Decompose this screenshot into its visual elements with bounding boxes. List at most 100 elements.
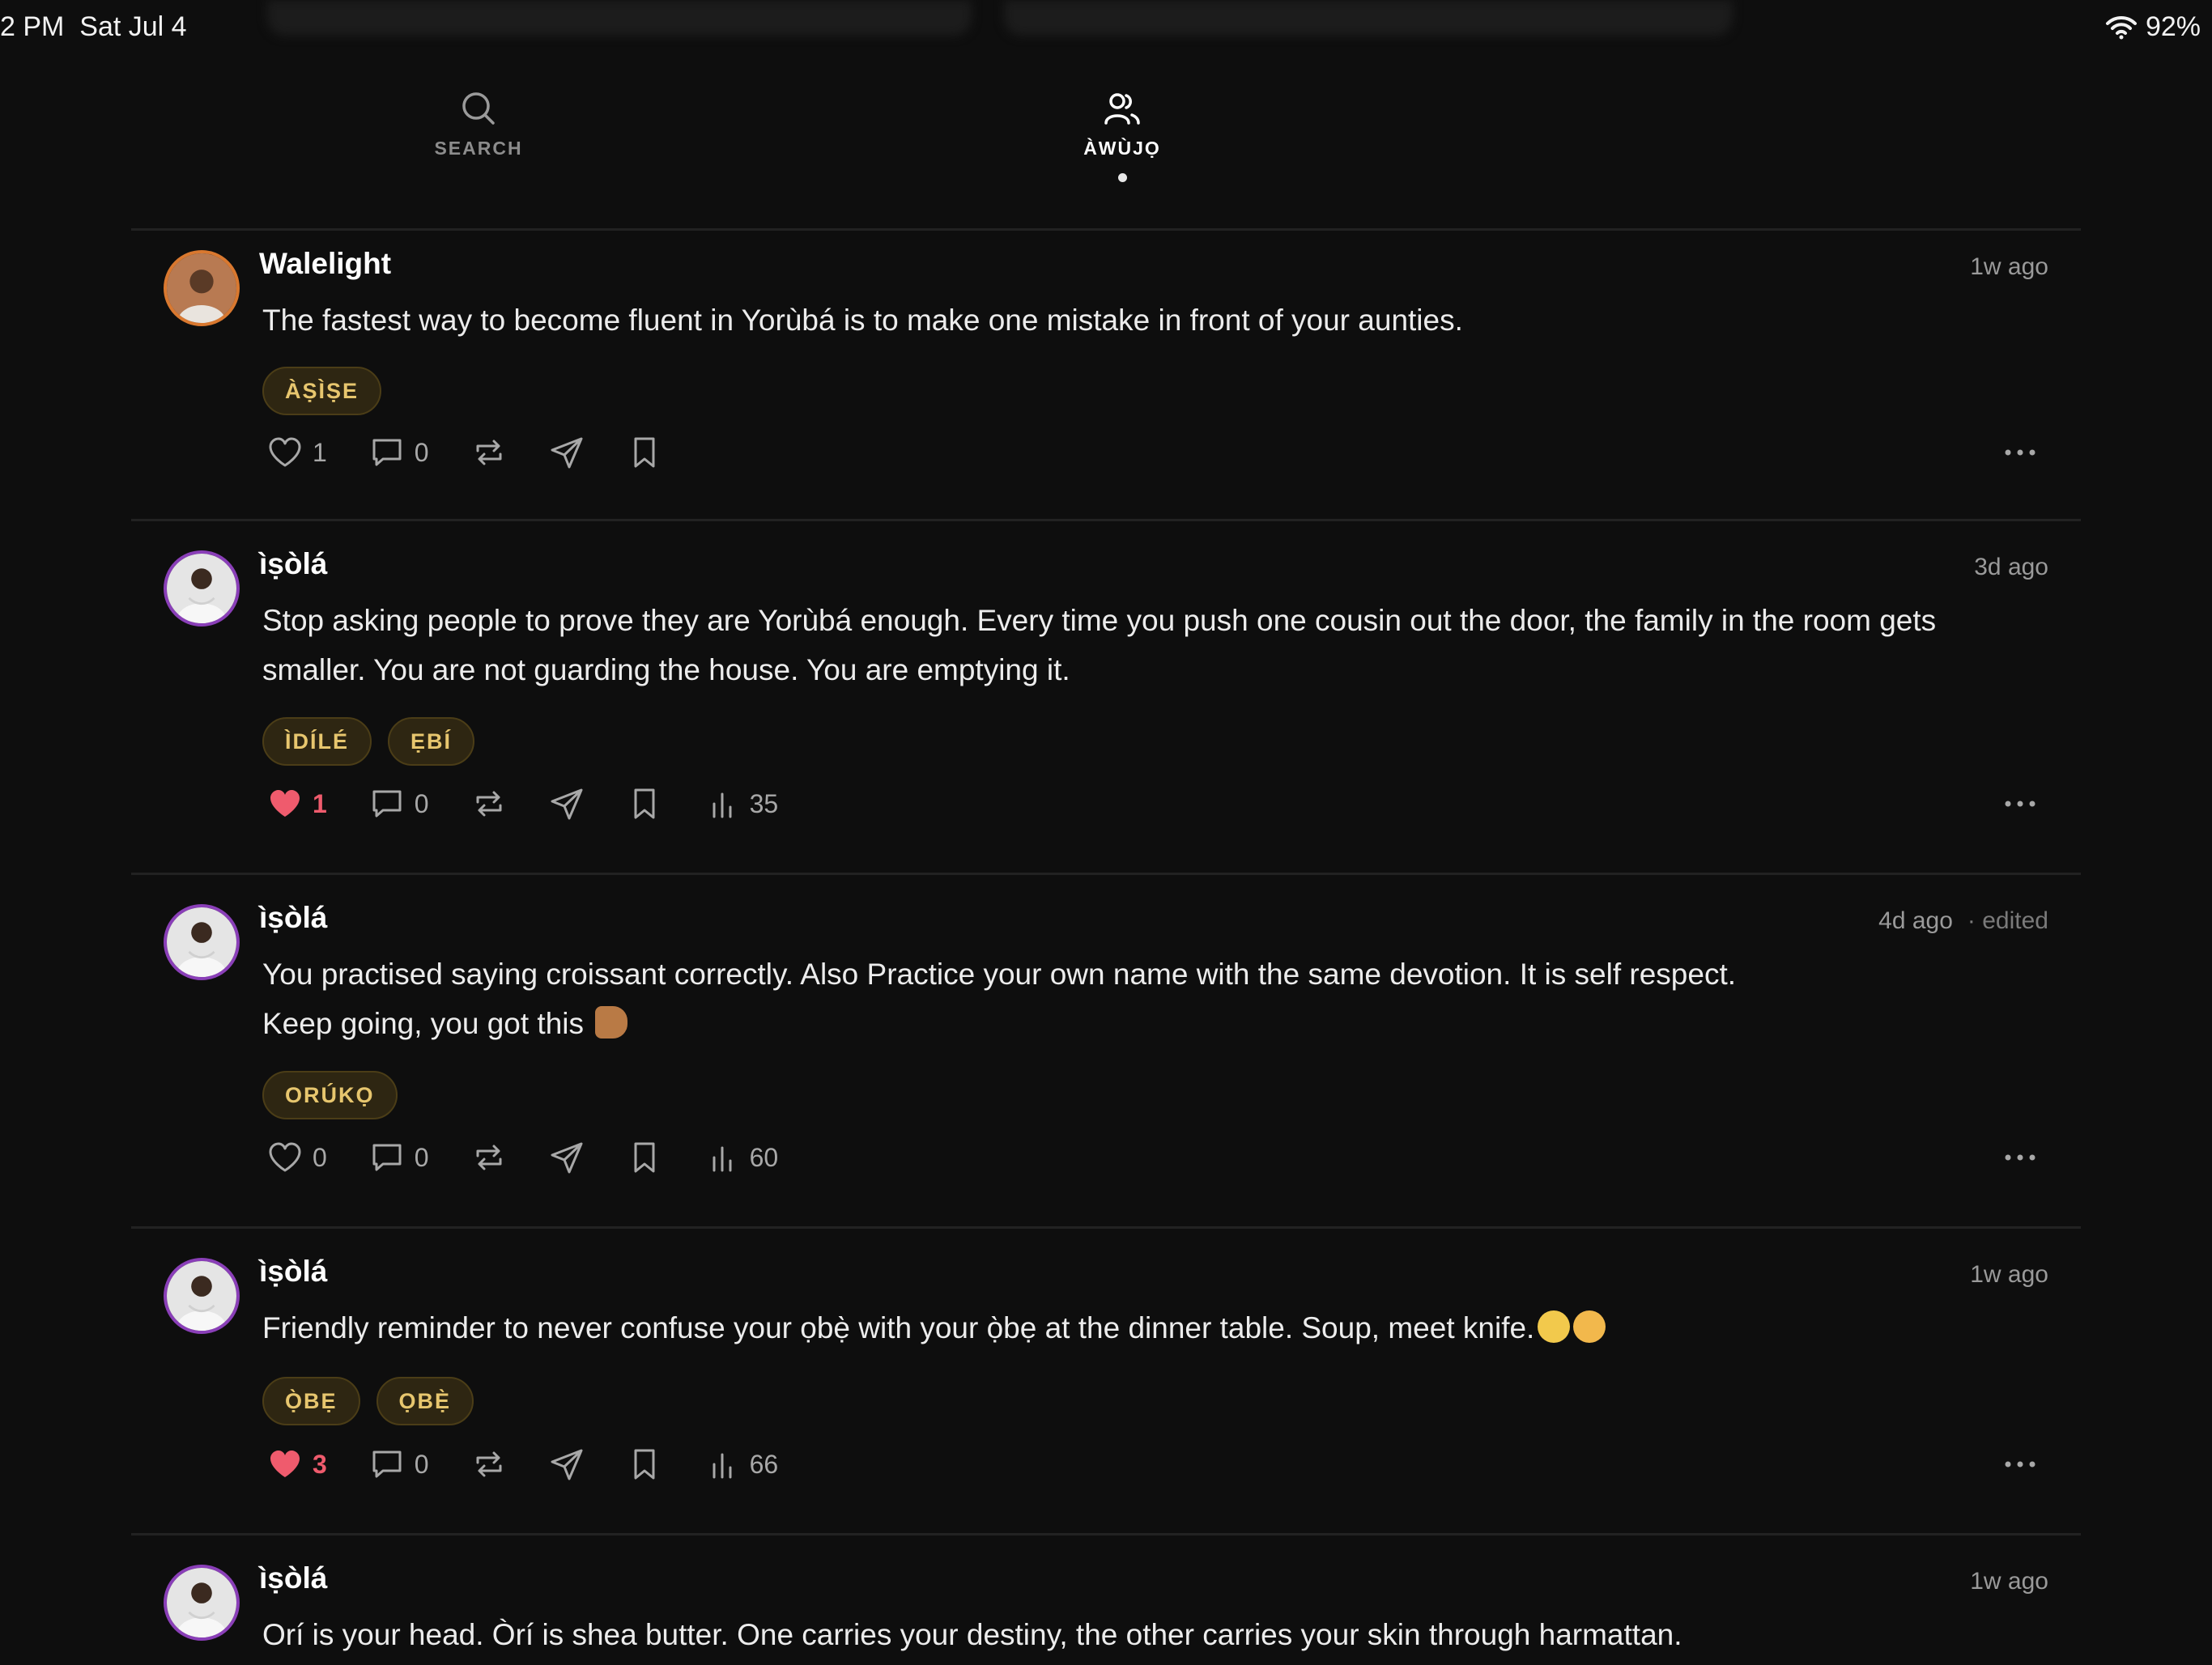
send-icon — [551, 437, 583, 469]
repost-button[interactable] — [471, 786, 507, 822]
post-actions: 3 0 66 — [267, 1444, 820, 1484]
status-blur-region — [1004, 0, 1733, 36]
post-username[interactable]: ìṣòlá — [259, 1255, 327, 1289]
share-button[interactable] — [549, 435, 585, 470]
bookmark-icon — [634, 437, 655, 468]
comment-icon — [372, 1451, 402, 1478]
heart-filled-icon — [270, 1451, 300, 1477]
post-actions: 1 0 35 — [267, 784, 820, 824]
repost-icon — [476, 440, 502, 465]
post-content: Orí is your head. Òrí is shea butter. On… — [262, 1618, 1682, 1651]
repost-button[interactable] — [471, 435, 507, 470]
avatar[interactable] — [164, 550, 240, 626]
like-button[interactable]: 0 — [267, 1140, 327, 1175]
share-button[interactable] — [549, 1446, 585, 1482]
bookmark-icon — [634, 1449, 655, 1480]
avatar-image — [167, 1568, 236, 1637]
send-icon — [551, 788, 583, 820]
post-content: The fastest way to become fluent in Yorù… — [262, 304, 1463, 337]
tag-chip[interactable]: ẸBÍ — [388, 717, 475, 766]
repost-icon — [476, 1451, 502, 1477]
bookmark-icon — [634, 1142, 655, 1173]
tag-chip[interactable]: Ọ̀BẸ — [262, 1377, 360, 1425]
comment-button[interactable]: 0 — [369, 435, 429, 470]
bookmark-button[interactable] — [627, 1140, 662, 1175]
views-button[interactable]: 60 — [704, 1140, 778, 1175]
avatar[interactable] — [164, 250, 240, 326]
post-username[interactable]: ìṣòlá — [259, 1561, 327, 1595]
more-options-button[interactable] — [2000, 784, 2040, 824]
like-count: 1 — [313, 437, 327, 467]
bar-chart-icon — [713, 1146, 732, 1172]
post-content-text: Friendly reminder to never confuse your … — [262, 1311, 1535, 1344]
avatar[interactable] — [164, 904, 240, 980]
status-time: 2 PM — [0, 11, 65, 42]
comment-icon — [372, 1144, 402, 1171]
more-options-button[interactable] — [2000, 1444, 2040, 1484]
avatar-image — [167, 1261, 236, 1331]
bar-chart-icon — [713, 792, 732, 818]
post-time-value: 4d ago — [1878, 907, 1953, 934]
views-button[interactable]: 35 — [704, 786, 778, 822]
post-time-value: 1w ago — [1970, 253, 2048, 280]
tag-chip[interactable]: ỌBẸ̀ — [376, 1377, 474, 1425]
send-icon — [551, 1142, 583, 1174]
post-time: 4d ago · edited — [1878, 907, 2048, 935]
avatar[interactable] — [164, 1565, 240, 1641]
comment-button[interactable]: 0 — [369, 1140, 429, 1175]
comment-button[interactable]: 0 — [369, 1446, 429, 1482]
status-indicators: 92% — [2105, 11, 2201, 43]
status-time-date: 2 PM Sat Jul 4 — [0, 11, 187, 43]
like-button[interactable]: 1 — [267, 435, 327, 470]
post-username[interactable]: Walelight — [259, 247, 391, 281]
bar-chart-icon — [713, 1453, 732, 1479]
wifi-icon — [2105, 15, 2137, 39]
post-time-value: 1w ago — [1970, 1261, 2048, 1288]
tab-awujo-label: ÀWÙJỌ — [1083, 138, 1161, 159]
tag-chip[interactable]: ÌDÍLÉ — [262, 717, 372, 766]
repost-icon — [476, 1145, 502, 1170]
repost-button[interactable] — [471, 1140, 507, 1175]
comment-count: 0 — [414, 1142, 429, 1172]
share-button[interactable] — [549, 1140, 585, 1175]
grinning-face-emoji — [1538, 1310, 1571, 1343]
bookmark-button[interactable] — [627, 786, 662, 822]
winking-face-emoji — [1573, 1310, 1606, 1343]
active-tab-indicator — [1117, 173, 1127, 182]
avatar-image — [167, 253, 236, 323]
post-content: Stop asking people to prove they are Yor… — [262, 604, 1937, 686]
bookmark-button[interactable] — [627, 1446, 662, 1482]
repost-button[interactable] — [471, 1446, 507, 1482]
share-button[interactable] — [549, 786, 585, 822]
post: ìṣòlá 1w ago Friendly reminder to never … — [131, 1226, 2081, 1533]
post-time: 1w ago — [1970, 1261, 2048, 1289]
tag-chip[interactable]: ÀṢÌṢE — [262, 367, 382, 415]
like-count: 3 — [313, 1449, 327, 1479]
tag-chip[interactable]: ORÚKỌ — [262, 1071, 398, 1119]
more-icon — [2005, 1461, 2035, 1467]
more-options-button[interactable] — [2000, 1137, 2040, 1178]
views-button[interactable]: 66 — [704, 1446, 778, 1482]
status-blur-region — [267, 0, 972, 36]
feed: Walelight 1w ago The fastest way to beco… — [131, 228, 2081, 1665]
more-options-button[interactable] — [2000, 432, 2040, 473]
like-button[interactable]: 1 — [267, 786, 327, 822]
post-content: Friendly reminder to never confuse your … — [262, 1303, 2027, 1353]
avatar-image — [167, 554, 236, 623]
post-username[interactable]: ìṣòlá — [259, 901, 327, 935]
top-tabs: SEARCH ÀWÙJỌ — [0, 89, 2212, 210]
post-actions: 1 0 — [267, 432, 704, 473]
bookmark-button[interactable] — [627, 435, 662, 470]
avatar[interactable] — [164, 1258, 240, 1334]
tab-awujo[interactable]: ÀWÙJỌ — [1033, 89, 1211, 182]
flexed-biceps-emoji — [595, 1006, 628, 1039]
like-button[interactable]: 3 — [267, 1446, 327, 1482]
post-username[interactable]: ìṣòlá — [259, 547, 327, 581]
tab-search[interactable]: SEARCH — [389, 89, 568, 159]
repost-icon — [476, 791, 502, 817]
heart-filled-icon — [270, 790, 300, 817]
post-time: 1w ago — [1970, 1568, 2048, 1595]
comment-button[interactable]: 0 — [369, 786, 429, 822]
battery-percent: 92% — [2145, 11, 2201, 42]
post-content-line: You practised saying croissant correctly… — [262, 958, 1737, 991]
